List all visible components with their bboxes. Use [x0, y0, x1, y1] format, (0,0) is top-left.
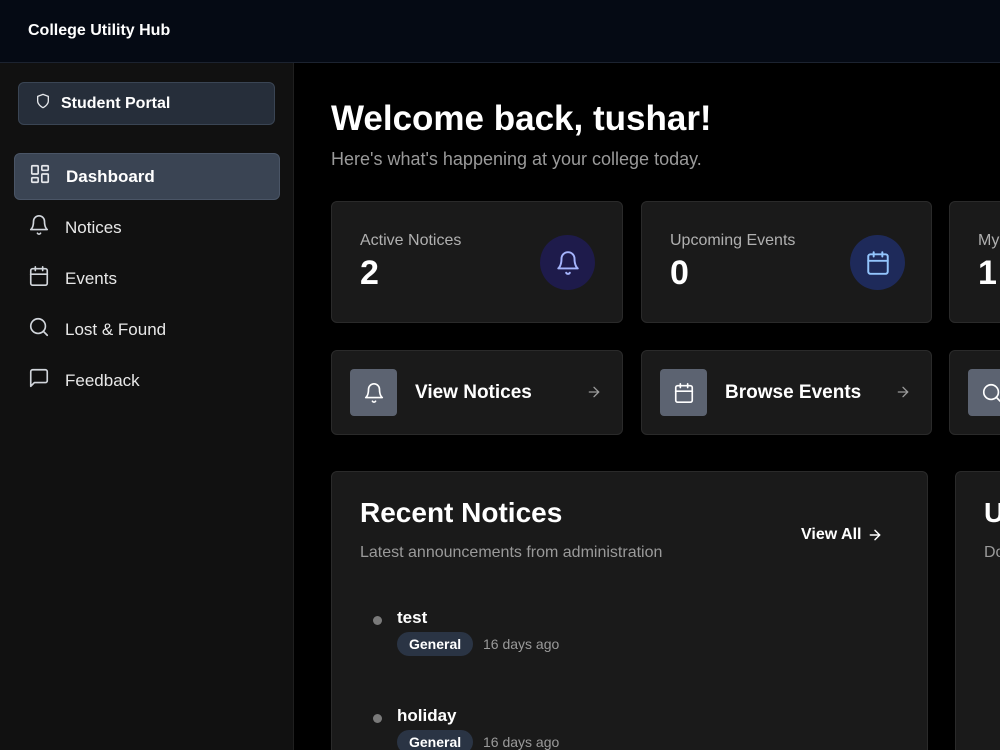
- notice-title: test: [397, 608, 428, 627]
- app-title[interactable]: College Utility Hub: [28, 22, 170, 40]
- sidebar-item-label: Dashboard: [66, 166, 155, 186]
- stat-label: My: [978, 232, 1000, 249]
- sidebar-item-events[interactable]: Events: [14, 255, 280, 302]
- panel-title: Recent Notices: [360, 497, 563, 528]
- sidebar-item-dashboard[interactable]: Dashboard: [14, 153, 280, 200]
- sidebar-item-notices[interactable]: Notices: [14, 204, 280, 251]
- top-bar: College Utility Hub: [0, 0, 1000, 63]
- panel-title: U: [984, 497, 1000, 528]
- arrow-right-icon: [897, 386, 909, 398]
- search-icon: [968, 369, 1000, 416]
- category-badge: General: [397, 632, 474, 656]
- stat-value: 0: [670, 254, 689, 292]
- bullet-dot: [373, 616, 382, 625]
- sidebar-item-label: Notices: [65, 217, 122, 237]
- browse-events-card[interactable]: Browse Events: [641, 350, 932, 435]
- category-badge: General: [397, 730, 474, 750]
- shield-icon: [35, 93, 51, 114]
- calendar-icon: [850, 235, 905, 290]
- sidebar: Student Portal Dashboard Notices Events …: [0, 63, 294, 750]
- view-all-label: View All: [801, 526, 862, 543]
- notice-time: 16 days ago: [483, 734, 560, 750]
- view-all-button[interactable]: View All: [801, 526, 883, 544]
- stat-card-upcoming-events: Upcoming Events 0: [641, 201, 932, 323]
- sidebar-item-label: Lost & Found: [65, 319, 167, 339]
- calendar-icon: [28, 265, 50, 292]
- lost-found-card[interactable]: [949, 350, 1000, 435]
- main-content: Welcome back, tushar! Here's what's happ…: [294, 63, 1000, 750]
- bell-icon: [28, 214, 50, 241]
- welcome-subtitle: Here's what's happening at your college …: [331, 149, 702, 169]
- portal-badge: Student Portal: [18, 82, 275, 125]
- stat-value: 2: [360, 254, 379, 292]
- stat-card-my: My 1: [949, 201, 1000, 323]
- stat-label: Upcoming Events: [670, 232, 796, 249]
- bullet-dot: [373, 714, 382, 723]
- stat-label: Active Notices: [360, 232, 462, 249]
- action-label: Browse Events: [725, 381, 862, 403]
- action-label: View Notices: [415, 381, 532, 403]
- panel-subtitle: Latest announcements from administration: [360, 544, 663, 561]
- upcoming-panel: U Do: [955, 471, 1000, 750]
- stat-card-active-notices: Active Notices 2: [331, 201, 623, 323]
- arrow-right-icon: [588, 386, 600, 398]
- welcome-heading: Welcome back, tushar!: [331, 99, 712, 138]
- sidebar-item-feedback[interactable]: Feedback: [14, 357, 280, 404]
- search-icon: [28, 316, 50, 343]
- stat-value: 1: [978, 254, 997, 292]
- sidebar-item-label: Feedback: [65, 370, 140, 390]
- view-notices-card[interactable]: View Notices: [331, 350, 623, 435]
- bell-icon: [540, 235, 595, 290]
- arrow-right-icon: [870, 529, 881, 541]
- recent-notices-panel: Recent Notices Latest announcements from…: [331, 471, 928, 750]
- bell-icon: [350, 369, 397, 416]
- notice-title: holiday: [397, 706, 457, 725]
- sidebar-item-label: Events: [65, 268, 117, 288]
- portal-label: Student Portal: [61, 94, 171, 112]
- message-icon: [28, 367, 50, 394]
- panel-subtitle: Do: [984, 544, 1000, 561]
- sidebar-nav: Dashboard Notices Events Lost & Found Fe…: [14, 153, 280, 408]
- calendar-icon: [660, 369, 707, 416]
- notice-time: 16 days ago: [483, 636, 560, 652]
- dashboard-icon: [29, 163, 51, 190]
- sidebar-item-lost-found[interactable]: Lost & Found: [14, 306, 280, 353]
